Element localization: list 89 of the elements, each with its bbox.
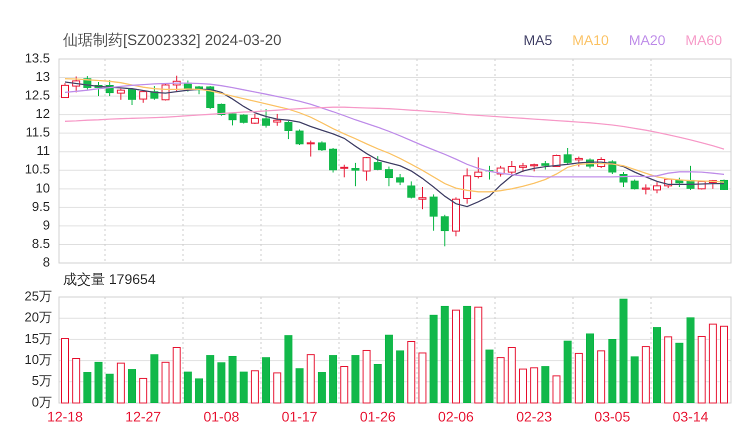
falling-candlestick [284, 120, 292, 140]
falling-candlestick [485, 165, 494, 180]
date-label: 01-08 [203, 408, 240, 425]
rising-candlestick [664, 178, 672, 189]
date-label: 03-05 [594, 408, 630, 425]
rising-candlestick [306, 140, 315, 158]
falling-candlestick [541, 160, 550, 170]
legend-label: MA5 [523, 32, 552, 48]
falling-candlestick [262, 108, 270, 128]
falling-candlestick [430, 194, 438, 232]
falling-candlestick [720, 179, 728, 190]
axis-label: 10.5 [24, 162, 50, 177]
date-label: 03-14 [672, 408, 708, 425]
rising-candlestick [530, 163, 538, 172]
rising-candlestick [574, 156, 583, 168]
rising-candlestick [496, 165, 505, 178]
volume-title: 成交量 179654 [63, 271, 156, 289]
rising-candlestick [452, 196, 460, 237]
falling-candlestick [195, 86, 204, 95]
axis-label: 11.5 [26, 124, 50, 140]
rising-candlestick [273, 113, 282, 126]
rising-candlestick [597, 156, 606, 169]
axis-label: 15万 [24, 330, 52, 346]
date-label: 02-06 [438, 408, 474, 425]
falling-candlestick [396, 173, 404, 186]
date-label: 01-17 [282, 408, 318, 425]
falling-candlestick [407, 180, 416, 199]
date-label: 01-26 [360, 408, 396, 425]
legend-label: MA20 [628, 32, 666, 48]
falling-candlestick [150, 86, 158, 100]
falling-candlestick [351, 162, 360, 187]
date-label: 02-23 [516, 408, 552, 425]
axis-label: 8 [42, 254, 50, 270]
axis-label: 12.5 [24, 88, 50, 103]
axis-label: 13 [36, 68, 50, 84]
axis-label: 10 [36, 180, 50, 196]
axis-label: 0万 [32, 394, 52, 410]
rising-candlestick [250, 113, 259, 124]
rising-candlestick [508, 160, 516, 176]
falling-candlestick [240, 114, 248, 124]
date-label: 12-18 [47, 408, 83, 425]
axis-label: 25万 [24, 288, 52, 304]
date-label: 12-27 [125, 408, 162, 425]
axis-label: 12 [36, 106, 50, 122]
rising-candlestick [474, 156, 482, 179]
falling-candlestick [318, 140, 326, 152]
rising-candlestick [642, 184, 650, 195]
falling-candlestick [106, 80, 114, 97]
rising-candlestick [653, 182, 661, 194]
axis-label: 13.5 [24, 50, 50, 66]
rising-candlestick [340, 164, 348, 178]
falling-candlestick [564, 148, 572, 164]
axis-label: 8.5 [32, 236, 50, 251]
falling-candlestick [440, 214, 449, 247]
rising-candlestick [552, 154, 560, 168]
falling-candlestick [630, 179, 639, 190]
falling-candlestick [586, 158, 594, 169]
rising-candlestick [116, 88, 125, 100]
rising-candlestick [72, 76, 80, 93]
axis-label: 10万 [24, 352, 52, 368]
falling-candlestick [128, 88, 136, 106]
falling-candlestick [675, 177, 684, 188]
falling-candlestick [329, 148, 338, 173]
rising-candlestick [139, 90, 148, 104]
legend-label: MA10 [572, 32, 609, 48]
axis-label: 9.5 [32, 198, 50, 214]
falling-candlestick [608, 160, 616, 174]
rising-candlestick [463, 168, 472, 204]
falling-candlestick [296, 128, 304, 146]
falling-candlestick [620, 172, 628, 188]
rising-candlestick [61, 82, 69, 98]
falling-candlestick [184, 80, 192, 92]
falling-candlestick [83, 76, 92, 90]
rising-candlestick [172, 75, 181, 92]
rising-candlestick [708, 179, 717, 190]
rising-candlestick [518, 162, 527, 173]
falling-candlestick [228, 112, 237, 126]
axis-label: 11 [36, 143, 50, 158]
falling-candlestick [94, 82, 102, 97]
axis-label: 20万 [24, 310, 52, 325]
rising-candlestick [418, 186, 426, 210]
axis-label: 5万 [32, 373, 52, 388]
falling-candlestick [374, 156, 382, 171]
axis-label: 9 [42, 217, 50, 232]
rising-candlestick [362, 156, 371, 182]
chart-title: 仙琚制药[SZ002332] 2024-03-20 [63, 30, 282, 50]
falling-candlestick [686, 165, 695, 190]
falling-candlestick [384, 166, 393, 187]
legend-label: MA60 [685, 32, 722, 48]
